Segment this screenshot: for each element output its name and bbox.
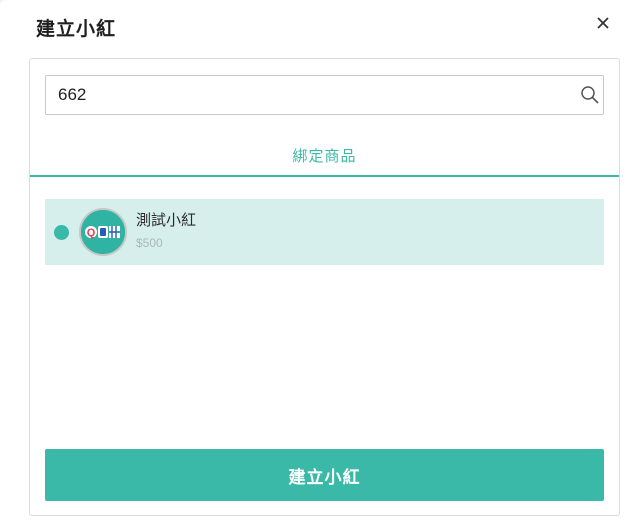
- search-input[interactable]: [46, 76, 566, 114]
- modal-header: 建立小紅: [0, 0, 633, 56]
- tab-bar: 綁定商品: [30, 139, 619, 177]
- svg-text:Q: Q: [87, 227, 96, 239]
- product-list: Q 測試小紅 $500: [45, 199, 604, 265]
- list-item[interactable]: Q 測試小紅 $500: [45, 199, 604, 265]
- product-price: $500: [136, 236, 163, 250]
- create-modal: 建立小紅 綁定商品: [0, 0, 633, 532]
- bind-product-panel: 綁定商品 Q 測試: [29, 58, 620, 516]
- selected-radio[interactable]: [54, 225, 69, 240]
- product-avatar: Q: [79, 208, 127, 256]
- create-button[interactable]: 建立小紅: [45, 449, 604, 501]
- modal-title: 建立小紅: [36, 18, 117, 40]
- close-icon: [597, 17, 609, 29]
- tab-bind-product[interactable]: 綁定商品: [30, 139, 619, 173]
- search-icon[interactable]: [580, 85, 600, 105]
- search-box[interactable]: [45, 75, 604, 115]
- close-button[interactable]: [590, 10, 616, 36]
- product-logo-icon: Q: [81, 210, 125, 254]
- product-name: 測試小紅: [136, 211, 197, 229]
